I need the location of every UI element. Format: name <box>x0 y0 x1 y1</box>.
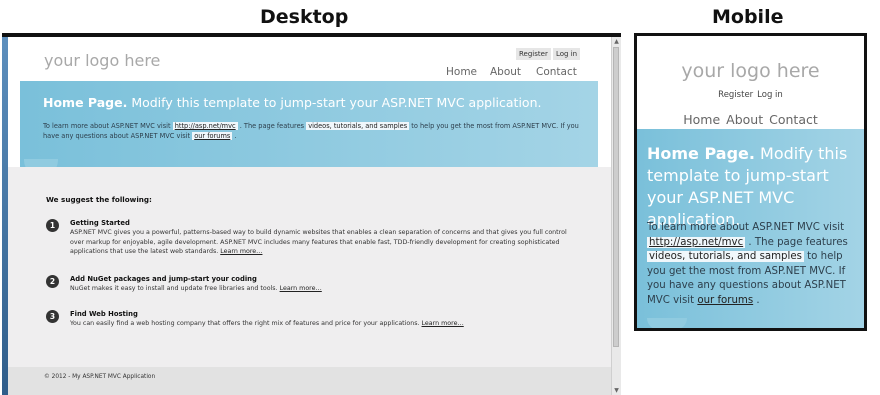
mobile-register-link[interactable]: Register <box>718 90 753 100</box>
vertical-scrollbar[interactable]: ▲ ▼ <box>611 37 621 395</box>
desktop-heading: Desktop <box>260 6 349 28</box>
hero-highlight: videos, tutorials, and samples <box>306 122 410 130</box>
learn-more-link[interactable]: Learn more… <box>220 248 262 255</box>
hero-text-4: . <box>232 132 237 140</box>
nav-home[interactable]: Home <box>446 66 477 78</box>
mobile-hero-text: To learn more about ASP.NET MVC visit ht… <box>647 221 862 308</box>
register-link[interactable]: Register <box>516 48 551 60</box>
main-content: We suggest the following: 1 Getting Star… <box>8 167 612 367</box>
suggest-heading: We suggest the following: <box>46 195 152 204</box>
step-number-badge: 2 <box>46 275 59 288</box>
footer-copyright: © 2012 - My ASP.NET MVC Application <box>44 374 156 380</box>
hero-text: To learn more about ASP.NET MVC visit ht… <box>43 121 583 141</box>
mobile-hero-banner: Home Page. Modify this template to jump-… <box>637 129 864 328</box>
mobile-nav-about[interactable]: About <box>726 112 763 127</box>
mobile-hero-notch <box>647 318 687 328</box>
mobile-hero-text-1: To learn more about ASP.NET MVC visit <box>647 222 845 233</box>
step-number-badge: 1 <box>46 219 59 232</box>
hero-title: Home Page. Modify this template to jump-… <box>43 95 541 110</box>
scroll-up-arrow-icon[interactable]: ▲ <box>613 38 620 45</box>
mobile-nav: Home About Contact <box>637 112 864 127</box>
mobile-hero-title-bold: Home Page. <box>647 144 755 163</box>
desktop-browser-frame: your logo here Register Log in Home Abou… <box>2 33 621 395</box>
mobile-nav-home[interactable]: Home <box>683 112 720 127</box>
mobile-hero-highlight: videos, tutorials, and samples <box>647 251 804 262</box>
desktop-site: your logo here Register Log in Home Abou… <box>8 37 612 395</box>
mobile-forums-link[interactable]: our forums <box>697 295 753 306</box>
mobile-site-logo[interactable]: your logo here <box>637 60 864 82</box>
hero-title-rest: Modify this template to jump-start your … <box>127 95 542 110</box>
mobile-device-frame: your logo here Register Log in Home About C… <box>634 33 867 331</box>
list-item-title: Find Web Hosting <box>70 310 138 318</box>
forums-link[interactable]: our forums <box>192 132 233 140</box>
list-item-text: NuGet makes it easy to install and updat… <box>70 285 280 292</box>
mobile-login-link[interactable]: Log in <box>757 90 783 100</box>
mobile-asp-net-mvc-link[interactable]: http://asp.net/mvc <box>647 236 746 248</box>
list-item-title: Add NuGet packages and jump-start your c… <box>70 275 257 283</box>
mobile-heading: Mobile <box>712 6 784 28</box>
site-logo[interactable]: your logo here <box>44 51 160 70</box>
learn-more-link[interactable]: Learn more… <box>422 320 464 327</box>
list-item-text: ASP.NET MVC gives you a powerful, patter… <box>70 229 567 255</box>
hero-text-2: . The page features <box>237 122 307 130</box>
mobile-hero-text-2: . The page features <box>745 236 848 248</box>
nav-contact[interactable]: Contact <box>536 66 577 78</box>
hero-text-1: To learn more about ASP.NET MVC visit <box>43 122 173 130</box>
list-item-desc: ASP.NET MVC gives you a powerful, patter… <box>70 228 580 257</box>
mobile-hero-title: Home Page. Modify this template to jump-… <box>647 143 862 231</box>
list-item-title: Getting Started <box>70 219 130 227</box>
nav-about[interactable]: About <box>490 66 521 78</box>
list-item-desc: NuGet makes it easy to install and updat… <box>70 284 580 294</box>
learn-more-link[interactable]: Learn more… <box>280 285 322 292</box>
scrollbar-thumb[interactable] <box>613 47 619 347</box>
asp-net-mvc-link[interactable]: http://asp.net/mvc <box>172 122 238 130</box>
step-number-badge: 3 <box>46 310 59 323</box>
mobile-hero-text-4: . <box>753 294 760 306</box>
list-item-desc: You can easily find a web hosting compan… <box>70 319 580 329</box>
mobile-login-bar: Register Log in <box>637 90 864 100</box>
hero-title-bold: Home Page. <box>43 95 128 110</box>
login-link[interactable]: Log in <box>553 48 581 60</box>
mobile-nav-contact[interactable]: Contact <box>769 112 818 127</box>
hero-banner: Home Page. Modify this template to jump-… <box>20 81 598 167</box>
list-item-text: You can easily find a web hosting compan… <box>70 320 422 327</box>
